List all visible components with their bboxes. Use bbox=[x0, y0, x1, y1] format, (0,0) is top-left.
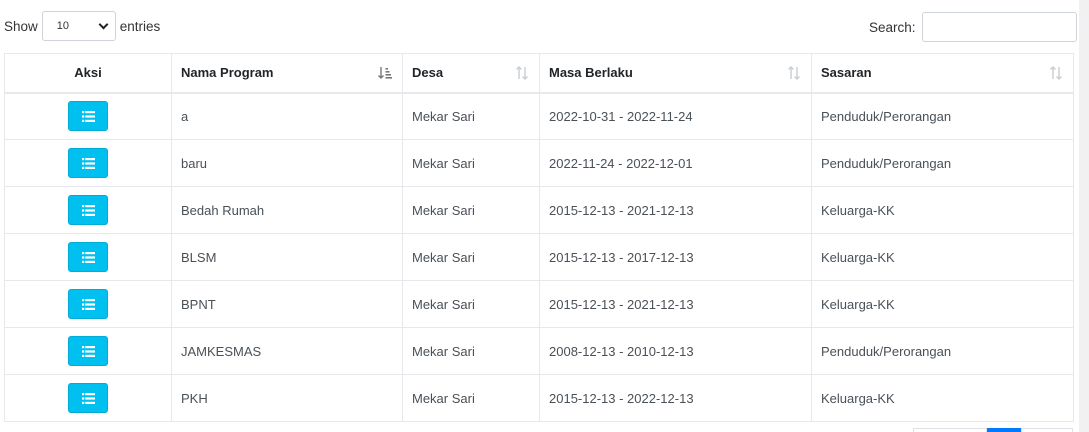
nama-program-cell: a bbox=[171, 92, 403, 140]
nama-program-cell: PKH bbox=[171, 374, 403, 422]
pagination-previous[interactable] bbox=[913, 428, 987, 432]
masa-berlaku-cell: 2022-11-24 - 2022-12-01 bbox=[539, 139, 812, 187]
nama-program-cell: BPNT bbox=[171, 280, 403, 328]
aksi-cell bbox=[4, 139, 172, 187]
column-header-sasaran[interactable]: Sasaran bbox=[811, 53, 1074, 94]
masa-berlaku-cell: 2008-12-13 - 2010-12-13 bbox=[539, 327, 812, 375]
column-header-label: Aksi bbox=[74, 65, 102, 81]
table-body: a Mekar Sari 2022-10-31 - 2022-11-24 Pen… bbox=[4, 92, 1074, 422]
nama-program-cell: baru bbox=[171, 139, 403, 187]
pagination bbox=[913, 428, 1073, 432]
desa-cell: Mekar Sari bbox=[402, 280, 540, 328]
table-header: Aksi Nama Program Desa Masa Berlaku Sasa… bbox=[4, 53, 1074, 94]
rincian-button[interactable] bbox=[68, 289, 108, 319]
list-icon bbox=[81, 157, 95, 169]
table-row: PKH Mekar Sari 2015-12-13 - 2022-12-13 K… bbox=[4, 374, 1074, 422]
chevron-down-icon bbox=[98, 19, 109, 29]
aksi-cell bbox=[4, 233, 172, 281]
table-row: BPNT Mekar Sari 2015-12-13 - 2021-12-13 … bbox=[4, 280, 1074, 328]
masa-berlaku-cell: 2015-12-13 - 2021-12-13 bbox=[539, 186, 812, 234]
show-label: Show bbox=[4, 18, 38, 34]
list-icon bbox=[81, 251, 95, 263]
column-header-masa-berlaku[interactable]: Masa Berlaku bbox=[539, 53, 812, 94]
aksi-cell bbox=[4, 280, 172, 328]
sasaran-cell: Penduduk/Perorangan bbox=[811, 327, 1074, 375]
masa-berlaku-cell: 2015-12-13 - 2021-12-13 bbox=[539, 280, 812, 328]
column-header-label: Nama Program bbox=[181, 65, 274, 81]
sasaran-cell: Keluarga-KK bbox=[811, 233, 1074, 281]
sort-both-icon bbox=[516, 66, 528, 80]
sort-asc-icon bbox=[378, 67, 392, 79]
list-icon bbox=[81, 345, 95, 357]
desa-cell: Mekar Sari bbox=[402, 233, 540, 281]
sort-both-icon bbox=[788, 66, 800, 80]
desa-cell: Mekar Sari bbox=[402, 139, 540, 187]
pagination-page-active[interactable] bbox=[987, 428, 1021, 432]
desa-cell: Mekar Sari bbox=[402, 327, 540, 375]
search-input[interactable] bbox=[921, 12, 1077, 42]
list-icon bbox=[81, 110, 95, 122]
masa-berlaku-cell: 2015-12-13 - 2022-12-13 bbox=[539, 374, 812, 422]
nama-program-cell: JAMKESMAS bbox=[171, 327, 403, 375]
entries-label: entries bbox=[119, 18, 161, 34]
search-label: Search: bbox=[869, 19, 916, 35]
aksi-cell bbox=[4, 92, 172, 140]
list-icon bbox=[81, 392, 95, 404]
sasaran-cell: Penduduk/Perorangan bbox=[811, 92, 1074, 140]
column-header-label: Masa Berlaku bbox=[549, 65, 633, 81]
rincian-button[interactable] bbox=[68, 383, 108, 413]
desa-cell: Mekar Sari bbox=[402, 92, 540, 140]
column-header-label: Desa bbox=[412, 65, 444, 81]
column-header-aksi: Aksi bbox=[4, 53, 172, 94]
rincian-button[interactable] bbox=[68, 195, 108, 225]
aksi-cell bbox=[4, 186, 172, 234]
sort-both-icon bbox=[1050, 66, 1062, 80]
sasaran-cell: Penduduk/Perorangan bbox=[811, 139, 1074, 187]
program-table: Aksi Nama Program Desa Masa Berlaku Sasa… bbox=[4, 53, 1074, 422]
table-row: JAMKESMAS Mekar Sari 2008-12-13 - 2010-1… bbox=[4, 327, 1074, 375]
entries-length-control: Show 10 entries bbox=[4, 11, 160, 41]
rincian-button[interactable] bbox=[68, 148, 108, 178]
nama-program-cell: Bedah Rumah bbox=[171, 186, 403, 234]
desa-cell: Mekar Sari bbox=[402, 186, 540, 234]
sasaran-cell: Keluarga-KK bbox=[811, 374, 1074, 422]
masa-berlaku-cell: 2022-10-31 - 2022-11-24 bbox=[539, 92, 812, 140]
sasaran-cell: Keluarga-KK bbox=[811, 280, 1074, 328]
table-row: baru Mekar Sari 2022-11-24 - 2022-12-01 … bbox=[4, 139, 1074, 187]
page-scrollbar[interactable] bbox=[1079, 0, 1089, 432]
page: Show 10 entries Search: Aksi Nama Progra… bbox=[0, 0, 1089, 432]
desa-cell: Mekar Sari bbox=[402, 374, 540, 422]
table-row: Bedah Rumah Mekar Sari 2015-12-13 - 2021… bbox=[4, 186, 1074, 234]
nama-program-cell: BLSM bbox=[171, 233, 403, 281]
column-header-nama-program[interactable]: Nama Program bbox=[171, 53, 403, 94]
aksi-cell bbox=[4, 327, 172, 375]
list-icon bbox=[81, 298, 95, 310]
pagination-next[interactable] bbox=[1021, 428, 1073, 432]
search-control: Search: bbox=[869, 12, 1077, 42]
aksi-cell bbox=[4, 374, 172, 422]
list-icon bbox=[81, 204, 95, 216]
rincian-button[interactable] bbox=[68, 242, 108, 272]
entries-length-value: 10 bbox=[56, 20, 70, 32]
rincian-button[interactable] bbox=[68, 101, 108, 132]
rincian-button[interactable] bbox=[68, 336, 108, 366]
table-row: a Mekar Sari 2022-10-31 - 2022-11-24 Pen… bbox=[4, 92, 1074, 140]
table-row: BLSM Mekar Sari 2015-12-13 - 2017-12-13 … bbox=[4, 233, 1074, 281]
column-header-label: Sasaran bbox=[821, 65, 872, 81]
sasaran-cell: Keluarga-KK bbox=[811, 186, 1074, 234]
masa-berlaku-cell: 2015-12-13 - 2017-12-13 bbox=[539, 233, 812, 281]
entries-length-select[interactable]: 10 bbox=[41, 11, 116, 41]
column-header-desa[interactable]: Desa bbox=[402, 53, 540, 94]
